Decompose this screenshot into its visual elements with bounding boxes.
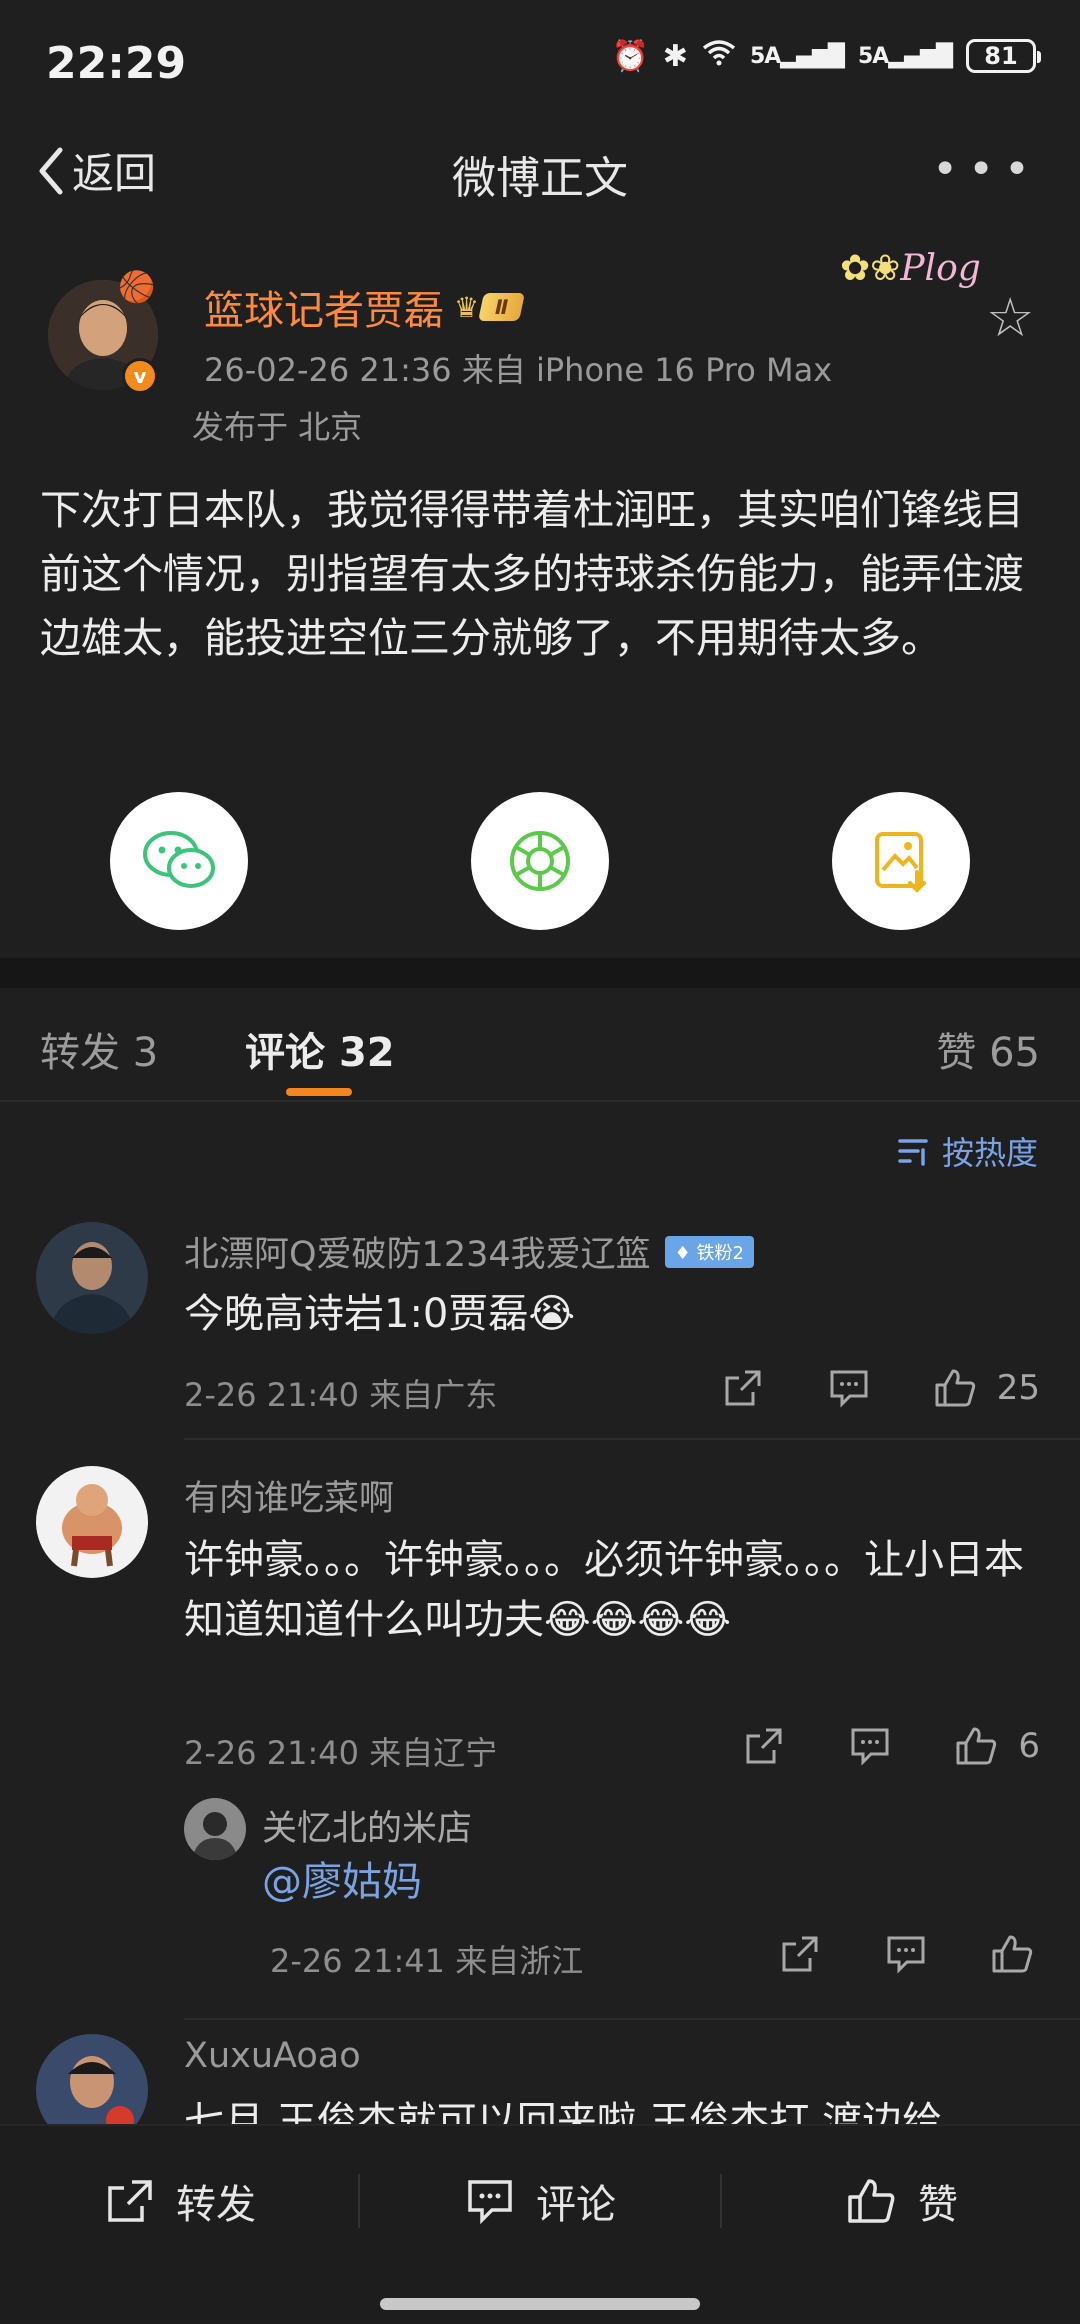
tab-likes[interactable]: 赞 65 [936, 1020, 1040, 1078]
like-icon [848, 2179, 895, 2223]
reply-icon[interactable] [878, 1926, 934, 1982]
signal-icon-1: 5A▂▄▆█ [749, 43, 845, 69]
comment-item: XuxuAoao 七月 王俊杰就可以回来啦 王俊杰打 渡边给 [0, 2030, 1080, 2124]
bottom-divider [720, 2174, 722, 2228]
comment-author[interactable]: XuxuAoao [184, 2036, 361, 2076]
comment-separator [184, 2018, 1080, 2020]
wifi-icon [702, 38, 736, 74]
crown-glyph: ♛ [454, 290, 480, 324]
plog-badge: ✿❀Plog [840, 248, 981, 289]
like-count: 6 [1018, 1726, 1040, 1766]
like-icon[interactable] [984, 1926, 1040, 1982]
repost-icon[interactable] [736, 1718, 792, 1774]
comment-text: 七月 王俊杰就可以回来啦 王俊杰打 渡边给 [184, 2099, 943, 2124]
sort-toggle[interactable]: 按热度 [896, 1128, 1038, 1174]
alarm-icon: ⏰ [611, 38, 649, 74]
tab-comments[interactable]: 评论 32 [245, 1020, 395, 1078]
like-count: 25 [996, 1368, 1040, 1408]
tab-repost[interactable]: 转发 3 [40, 1020, 158, 1078]
save-image-icon [875, 832, 926, 893]
comment-text: 许钟豪。。。许钟豪。。。必须许钟豪。。。让小日本知道知道什么叫功夫😂😂😂😂 [184, 1537, 1024, 1643]
repost-icon [108, 2180, 152, 2222]
share-row [0, 792, 1080, 932]
comment-author-row: 北漂阿Q爱破防1234我爱辽篮 ♦ 铁粉2 [184, 1226, 754, 1277]
repost-icon[interactable] [715, 1360, 771, 1416]
sort-label: 按热度 [941, 1134, 1038, 1172]
bottom-comment-label: 评论 [536, 2182, 616, 2228]
reply-icon[interactable] [821, 1360, 877, 1416]
share-wechat-button[interactable] [110, 792, 248, 930]
bottom-repost-button[interactable]: 转发 [106, 2172, 256, 2230]
author-name[interactable]: 篮球记者贾磊 [204, 278, 444, 336]
comment-avatar[interactable] [36, 1466, 148, 1578]
comment-text: 今晚高诗岩1:0贾磊😭 [184, 1291, 576, 1337]
flower-icon: ✿❀ [840, 248, 901, 289]
comment-actions: 6 [686, 1718, 1040, 1774]
author-row: 篮球记者贾磊 ♛ Ⅱ [204, 278, 526, 336]
status-bar: 22:29 ⏰ ✱ 5A▂▄▆█ 5A▂▄▆█ 81 [0, 0, 1080, 130]
bottom-comment-button[interactable]: 评论 [466, 2172, 616, 2230]
avatar-pendant-icon: 🏀 [118, 270, 156, 305]
verified-badge-icon: v [122, 358, 158, 394]
member-level-badge: Ⅱ [478, 293, 526, 321]
page-title: 微博正文 [452, 153, 628, 204]
share-moments-button[interactable] [471, 792, 609, 930]
reply-icon[interactable] [842, 1718, 898, 1774]
battery-icon: 81 [966, 39, 1041, 73]
bottom-like-button[interactable]: 赞 [846, 2172, 958, 2230]
tab-bar: 转发 3 评论 32 赞 65 [0, 988, 1080, 1102]
post-meta: 26-02-26 21:36 来自 iPhone 16 Pro Max [204, 351, 833, 389]
bottom-like-label: 赞 [918, 2182, 958, 2228]
fan-level-badge: ♦ 铁粉2 [664, 1235, 754, 1268]
tab-comments-label: 评论 [245, 1030, 325, 1076]
fan-badge-label: 铁粉2 [696, 1242, 744, 1264]
status-time: 22:29 [46, 38, 187, 89]
comment-avatar[interactable] [36, 2034, 148, 2124]
comment-avatar[interactable] [36, 1222, 148, 1334]
status-icons: ⏰ ✱ 5A▂▄▆█ 5A▂▄▆█ 81 [611, 38, 1041, 74]
comment-meta: 2-26 21:40 来自广东 [184, 1376, 498, 1414]
sort-icon [898, 1139, 928, 1166]
section-divider [0, 958, 1080, 988]
like-icon[interactable] [927, 1360, 983, 1416]
bottom-divider [358, 2174, 360, 2228]
comment-author[interactable]: 北漂阿Q爱破防1234我爱辽篮 [184, 1226, 651, 1277]
more-icon[interactable]: ••• [932, 144, 1040, 195]
home-indicator[interactable] [380, 2298, 700, 2310]
comment-meta: 2-26 21:40 来自辽宁 [184, 1734, 498, 1772]
reply-avatar[interactable] [184, 1798, 246, 1860]
signal-label-1: 5A [749, 43, 781, 69]
reply-actions [722, 1926, 1040, 1982]
comment-actions: 25 [665, 1360, 1040, 1416]
comment-author[interactable]: 有肉谁吃菜啊 [184, 1470, 394, 1521]
nav-bar: 返回 微博正文 ••• [0, 130, 1080, 210]
save-image-button[interactable] [832, 792, 970, 930]
bottom-repost-label: 转发 [176, 2182, 256, 2228]
reply-meta: 2-26 21:41 来自浙江 [270, 1942, 584, 1980]
tab-comments-count: 32 [338, 1030, 395, 1076]
post-location: 发布于 北京 [192, 408, 363, 446]
bottom-action-bar: 转发 评论 赞 [0, 2124, 1080, 2324]
like-icon[interactable] [948, 1718, 1004, 1774]
post-body: 下次打日本队，我觉得得带着杜润旺，其实咱们锋线目前这个情况，别指望有太多的持球杀… [40, 486, 1024, 662]
reply-text[interactable]: @廖姑妈 [262, 1852, 1080, 1912]
signal-label-2: 5A [857, 43, 889, 69]
battery-level: 81 [984, 42, 1018, 70]
bluetooth-icon: ✱ [662, 38, 688, 74]
comment-icon [468, 2180, 512, 2224]
reply-author[interactable]: 关忆北的米店 [262, 1800, 472, 1851]
active-tab-indicator [286, 1088, 352, 1096]
wechat-icon [143, 831, 215, 888]
crown-icon[interactable]: ♛ Ⅱ [454, 290, 526, 324]
plog-label: Plog [900, 248, 981, 289]
favorite-star-icon[interactable]: ☆ [986, 286, 1034, 349]
repost-icon[interactable] [772, 1926, 828, 1982]
signal-icon-2: 5A▂▄▆█ [857, 43, 953, 69]
moments-icon [510, 831, 570, 891]
comment-separator [184, 1438, 1080, 1440]
comment-author-row: 有肉谁吃菜啊 [184, 1470, 394, 1521]
